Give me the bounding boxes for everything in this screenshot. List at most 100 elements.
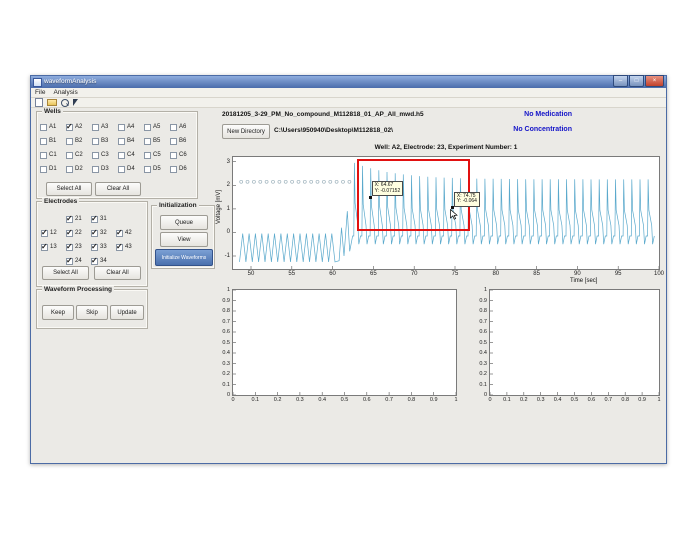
- well-checkbox-A3[interactable]: A3: [92, 120, 118, 134]
- well-checkbox-C5[interactable]: C5: [144, 148, 170, 162]
- well-checkbox-B2[interactable]: B2: [66, 134, 92, 148]
- title-bar[interactable]: waveformAnalysis – □ ×: [31, 76, 666, 88]
- electrode-checkbox-22[interactable]: 22: [66, 226, 91, 240]
- well-checkbox-D5[interactable]: D5: [144, 162, 170, 176]
- well-checkbox-D6[interactable]: D6: [170, 162, 196, 176]
- well-checkbox-C1[interactable]: C1: [40, 148, 66, 162]
- well-checkbox-C2[interactable]: C2: [66, 148, 92, 162]
- well-checkbox-A2[interactable]: A2: [66, 120, 92, 134]
- wells-clear-all-button[interactable]: Clear All: [95, 182, 141, 196]
- well-checkbox-A1[interactable]: A1: [40, 120, 66, 134]
- well-checkbox-box[interactable]: [92, 138, 99, 145]
- well-checkbox-box[interactable]: [170, 152, 177, 159]
- well-checkbox-box[interactable]: [92, 124, 99, 131]
- open-folder-icon[interactable]: [47, 99, 57, 106]
- well-checkbox-D4[interactable]: D4: [118, 162, 144, 176]
- electrode-checkbox-21[interactable]: 21: [66, 212, 91, 226]
- new-file-icon[interactable]: [35, 98, 43, 107]
- well-checkbox-box[interactable]: [66, 166, 73, 173]
- electrodes-clear-all-button[interactable]: Clear All: [94, 266, 141, 280]
- well-checkbox-box[interactable]: [144, 138, 151, 145]
- well-checkbox-box[interactable]: [118, 138, 125, 145]
- well-checkbox-B5[interactable]: B5: [144, 134, 170, 148]
- well-checkbox-box[interactable]: [66, 124, 73, 131]
- wells-select-all-button[interactable]: Select All: [46, 182, 92, 196]
- well-checkbox-C4[interactable]: C4: [118, 148, 144, 162]
- well-checkbox-box[interactable]: [118, 152, 125, 159]
- electrode-checkbox-31[interactable]: 31: [91, 212, 116, 226]
- well-checkbox-box[interactable]: [170, 124, 177, 131]
- electrodes-select-all-button[interactable]: Select All: [42, 266, 89, 280]
- electrode-checkbox-box[interactable]: [41, 244, 48, 251]
- new-directory-button[interactable]: New Directory: [222, 124, 270, 139]
- electrode-checkbox-box[interactable]: [91, 244, 98, 251]
- well-checkbox-box[interactable]: [40, 166, 47, 173]
- well-checkbox-box[interactable]: [40, 138, 47, 145]
- well-checkbox-box[interactable]: [40, 124, 47, 131]
- well-checkbox-box[interactable]: [170, 166, 177, 173]
- well-checkbox-box[interactable]: [92, 152, 99, 159]
- skip-button[interactable]: Skip: [76, 305, 108, 320]
- electrode-checkbox-label: 31: [100, 216, 107, 222]
- electrode-checkbox-33[interactable]: 33: [91, 240, 116, 254]
- well-checkbox-B3[interactable]: B3: [92, 134, 118, 148]
- electrode-checkbox-box[interactable]: [66, 230, 73, 237]
- well-checkbox-label: C3: [101, 152, 109, 158]
- well-checkbox-box[interactable]: [66, 138, 73, 145]
- well-checkbox-D1[interactable]: D1: [40, 162, 66, 176]
- electrode-checkbox-12[interactable]: 12: [41, 226, 66, 240]
- well-checkbox-A5[interactable]: A5: [144, 120, 170, 134]
- menu-item-file[interactable]: File: [35, 88, 45, 97]
- well-checkbox-box[interactable]: [92, 166, 99, 173]
- electrode-checkbox-32[interactable]: 32: [91, 226, 116, 240]
- electrode-checkbox-box[interactable]: [91, 258, 98, 265]
- well-checkbox-box[interactable]: [170, 138, 177, 145]
- electrode-checkbox-43[interactable]: 43: [116, 240, 141, 254]
- electrode-checkbox-box[interactable]: [116, 230, 123, 237]
- well-checkbox-C6[interactable]: C6: [170, 148, 196, 162]
- well-checkbox-box[interactable]: [144, 152, 151, 159]
- electrode-checkbox-box[interactable]: [116, 244, 123, 251]
- electrode-checkbox-box[interactable]: [91, 216, 98, 223]
- main-axes[interactable]: X: 64.67 Y: -0.07152 X: 74.75 Y: -0.064: [232, 156, 660, 270]
- well-checkbox-box[interactable]: [118, 124, 125, 131]
- datatip-1[interactable]: X: 64.67 Y: -0.07152: [372, 181, 404, 196]
- queue-button[interactable]: Queue: [160, 215, 208, 230]
- well-checkbox-B4[interactable]: B4: [118, 134, 144, 148]
- close-button[interactable]: ×: [645, 75, 664, 87]
- well-checkbox-A4[interactable]: A4: [118, 120, 144, 134]
- electrode-checkbox-23[interactable]: 23: [66, 240, 91, 254]
- minimize-button[interactable]: –: [613, 75, 628, 87]
- electrode-checkbox-box[interactable]: [66, 258, 73, 265]
- well-checkbox-C3[interactable]: C3: [92, 148, 118, 162]
- electrode-checkbox-box[interactable]: [66, 216, 73, 223]
- well-checkbox-A6[interactable]: A6: [170, 120, 196, 134]
- update-button[interactable]: Update: [110, 305, 144, 320]
- datatip-2[interactable]: X: 74.75 Y: -0.064: [454, 192, 480, 207]
- well-checkbox-B6[interactable]: B6: [170, 134, 196, 148]
- initialize-waveforms-button[interactable]: Initialize Waveforms: [155, 249, 213, 266]
- electrode-checkbox-box[interactable]: [91, 230, 98, 237]
- pointer-icon[interactable]: [73, 99, 78, 106]
- electrode-checkbox-13[interactable]: 13: [41, 240, 66, 254]
- well-checkbox-box[interactable]: [144, 124, 151, 131]
- electrode-checkbox-box[interactable]: [41, 230, 48, 237]
- initialization-panel-title: Initialization: [157, 202, 199, 209]
- x-tick-label: 0.3: [296, 397, 304, 403]
- well-checkbox-box[interactable]: [40, 152, 47, 159]
- electrode-checkbox-box[interactable]: [66, 244, 73, 251]
- well-checkbox-D2[interactable]: D2: [66, 162, 92, 176]
- zoom-in-icon[interactable]: [61, 99, 69, 107]
- electrode-checkbox-42[interactable]: 42: [116, 226, 141, 240]
- menu-item-analysis[interactable]: Analysis: [53, 88, 77, 97]
- keep-button[interactable]: Keep: [42, 305, 74, 320]
- well-checkbox-D3[interactable]: D3: [92, 162, 118, 176]
- well-checkbox-box[interactable]: [118, 166, 125, 173]
- maximize-button[interactable]: □: [629, 75, 644, 87]
- x-tick-label: 60: [329, 271, 336, 277]
- view-button[interactable]: View: [160, 232, 208, 247]
- empty-grid-cell: [41, 212, 66, 226]
- well-checkbox-box[interactable]: [66, 152, 73, 159]
- well-checkbox-B1[interactable]: B1: [40, 134, 66, 148]
- well-checkbox-box[interactable]: [144, 166, 151, 173]
